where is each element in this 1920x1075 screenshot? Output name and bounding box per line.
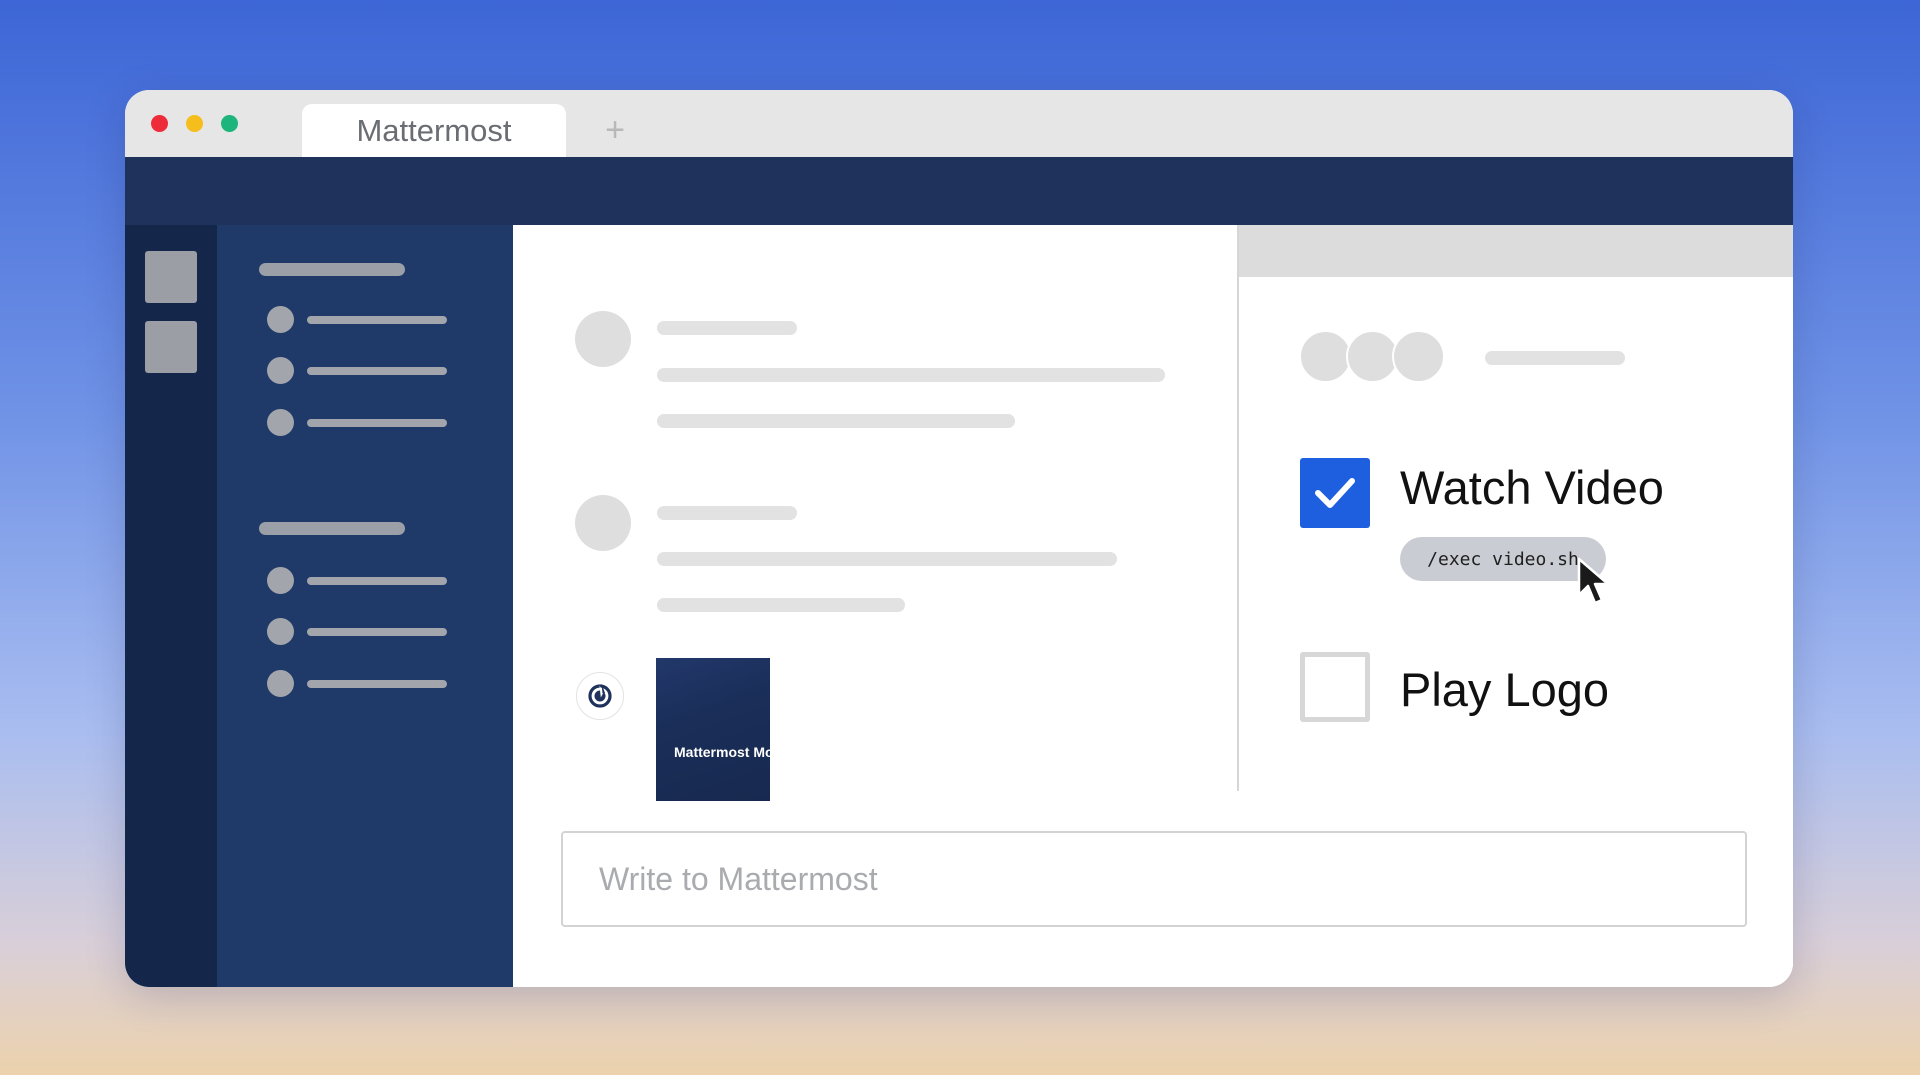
sidebar-channel-item[interactable] xyxy=(307,577,447,585)
sidebar-channel-item[interactable] xyxy=(307,419,447,427)
watch-video-label: Watch Video xyxy=(1400,461,1664,514)
sidebar-category-heading[interactable] xyxy=(259,263,405,276)
channel-sidebar xyxy=(217,225,513,987)
checkmark-icon xyxy=(1315,478,1355,508)
team-sidebar xyxy=(125,225,217,987)
play-logo-checkbox[interactable] xyxy=(1300,652,1370,722)
channel-icon xyxy=(267,618,294,645)
play-logo-label: Play Logo xyxy=(1400,663,1610,716)
rhs-header xyxy=(1239,225,1793,277)
watch-video-checkbox[interactable] xyxy=(1300,458,1370,528)
global-header xyxy=(125,157,1793,225)
minimize-window-button[interactable] xyxy=(186,115,203,132)
sidebar-category-heading[interactable] xyxy=(259,522,405,535)
message-composer[interactable]: Write to Mattermost xyxy=(561,831,1747,927)
post-username-placeholder xyxy=(657,506,797,520)
avatar[interactable] xyxy=(575,495,631,551)
new-tab-button[interactable]: + xyxy=(597,108,633,152)
sidebar-channel-item[interactable] xyxy=(307,367,447,375)
avatar[interactable] xyxy=(1392,330,1445,383)
channel-icon xyxy=(267,670,294,697)
post-text-placeholder xyxy=(657,368,1165,382)
mouse-pointer-icon xyxy=(1577,557,1610,605)
browser-tab-title: Mattermost xyxy=(356,112,512,148)
team-button[interactable] xyxy=(145,321,197,373)
browser-tab[interactable]: Mattermost xyxy=(302,104,566,157)
post-username-placeholder xyxy=(657,321,797,335)
mattermost-logo-icon xyxy=(588,683,612,708)
browser-titlebar: Mattermost + xyxy=(125,90,1793,157)
rhs-title-placeholder xyxy=(1485,351,1625,365)
sidebar-channel-item[interactable] xyxy=(307,316,447,324)
sidebar-channel-item[interactable] xyxy=(307,680,447,688)
composer-placeholder: Write to Mattermost xyxy=(599,860,878,897)
video-thumbnail[interactable]: Mattermost Mo xyxy=(656,658,770,801)
app-window: Mattermost + Mattermost Mo Watch Video /… xyxy=(125,90,1793,987)
close-window-button[interactable] xyxy=(151,115,168,132)
post-text-placeholder xyxy=(657,552,1117,566)
sidebar-channel-item[interactable] xyxy=(307,628,447,636)
post-text-placeholder xyxy=(657,598,905,612)
zoom-window-button[interactable] xyxy=(221,115,238,132)
channel-icon xyxy=(267,357,294,384)
channel-icon xyxy=(267,306,294,333)
video-thumbnail-title: Mattermost Mo xyxy=(674,744,770,760)
bot-avatar[interactable] xyxy=(576,672,624,720)
post-text-placeholder xyxy=(657,414,1015,428)
avatar[interactable] xyxy=(575,311,631,367)
avatar[interactable] xyxy=(1299,330,1352,383)
team-button[interactable] xyxy=(145,251,197,303)
plus-icon: + xyxy=(605,110,625,149)
channel-icon xyxy=(267,567,294,594)
channel-icon xyxy=(267,409,294,436)
